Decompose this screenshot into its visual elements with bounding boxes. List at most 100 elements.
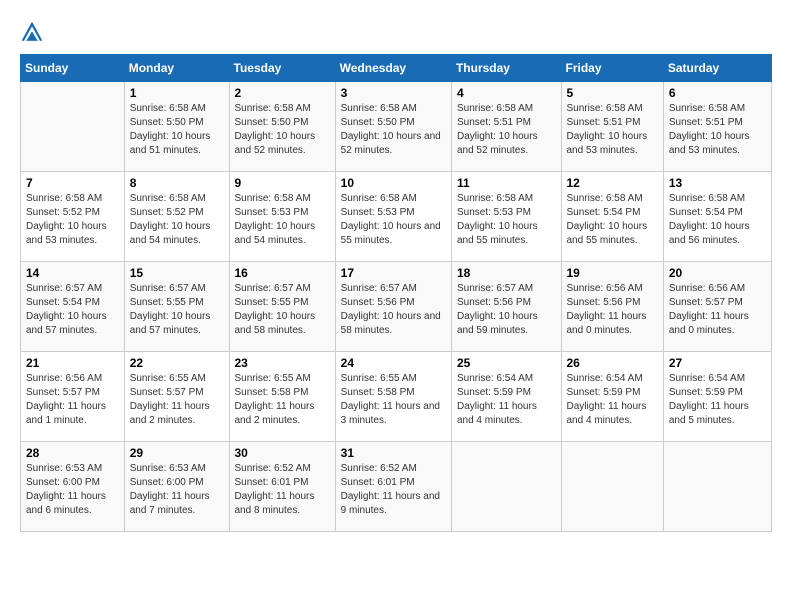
day-info: Sunrise: 6:58 AMSunset: 5:51 PMDaylight:… xyxy=(669,102,766,158)
day-number: 1 xyxy=(130,86,224,100)
day-info: Sunrise: 6:55 AMSunset: 5:58 PMDaylight:… xyxy=(235,372,330,428)
day-number: 10 xyxy=(341,176,446,190)
day-cell: 21 Sunrise: 6:56 AMSunset: 5:57 PMDayligh… xyxy=(21,352,125,442)
day-number: 8 xyxy=(130,176,224,190)
header-row: SundayMondayTuesdayWednesdayThursdayFrid… xyxy=(21,55,772,82)
day-number: 18 xyxy=(457,266,556,280)
day-info: Sunrise: 6:55 AMSunset: 5:57 PMDaylight:… xyxy=(130,372,224,428)
day-info: Sunrise: 6:58 AMSunset: 5:52 PMDaylight:… xyxy=(26,192,119,248)
day-cell: 2Sunrise: 6:58 AMSunset: 5:50 PMDaylight… xyxy=(229,82,335,172)
day-cell: 17 Sunrise: 6:57 AMSunset: 5:56 PMDayligh… xyxy=(335,262,451,352)
header-cell-wednesday: Wednesday xyxy=(335,55,451,82)
day-info: Sunrise: 6:55 AMSunset: 5:58 PMDaylight:… xyxy=(341,372,446,428)
header-cell-sunday: Sunday xyxy=(21,55,125,82)
week-row-3: 14Sunrise: 6:57 AMSunset: 5:54 PMDayligh… xyxy=(21,262,772,352)
day-info: Sunrise: 6:58 AMSunset: 5:53 PMDaylight:… xyxy=(235,192,330,248)
day-cell: 15 Sunrise: 6:57 AMSunset: 5:55 PMDayligh… xyxy=(124,262,229,352)
day-cell: 9 Sunrise: 6:58 AMSunset: 5:53 PMDaylight… xyxy=(229,172,335,262)
day-number: 4 xyxy=(457,86,556,100)
header-cell-saturday: Saturday xyxy=(663,55,771,82)
day-number: 29 xyxy=(130,446,224,460)
day-info: Sunrise: 6:58 AMSunset: 5:54 PMDaylight:… xyxy=(567,192,658,248)
day-cell: 11 Sunrise: 6:58 AMSunset: 5:53 PMDayligh… xyxy=(451,172,561,262)
day-info: Sunrise: 6:57 AMSunset: 5:56 PMDaylight:… xyxy=(457,282,556,338)
logo xyxy=(20,20,48,44)
day-cell xyxy=(561,442,663,532)
header-cell-monday: Monday xyxy=(124,55,229,82)
day-number: 14 xyxy=(26,266,119,280)
day-number: 27 xyxy=(669,356,766,370)
day-cell: 12 Sunrise: 6:58 AMSunset: 5:54 PMDayligh… xyxy=(561,172,663,262)
day-info: Sunrise: 6:52 AMSunset: 6:01 PMDaylight:… xyxy=(341,462,446,518)
day-number: 21 xyxy=(26,356,119,370)
day-cell: 3Sunrise: 6:58 AMSunset: 5:50 PMDaylight… xyxy=(335,82,451,172)
day-number: 5 xyxy=(567,86,658,100)
header-cell-tuesday: Tuesday xyxy=(229,55,335,82)
day-number: 31 xyxy=(341,446,446,460)
day-cell: 8 Sunrise: 6:58 AMSunset: 5:52 PMDaylight… xyxy=(124,172,229,262)
day-info: Sunrise: 6:54 AMSunset: 5:59 PMDaylight:… xyxy=(457,372,556,428)
day-number: 19 xyxy=(567,266,658,280)
header-cell-friday: Friday xyxy=(561,55,663,82)
day-cell xyxy=(451,442,561,532)
day-cell: 23 Sunrise: 6:55 AMSunset: 5:58 PMDayligh… xyxy=(229,352,335,442)
day-number: 12 xyxy=(567,176,658,190)
day-number: 20 xyxy=(669,266,766,280)
day-info: Sunrise: 6:52 AMSunset: 6:01 PMDaylight:… xyxy=(235,462,330,518)
calendar-table: SundayMondayTuesdayWednesdayThursdayFrid… xyxy=(20,54,772,532)
day-info: Sunrise: 6:58 AMSunset: 5:50 PMDaylight:… xyxy=(130,102,224,158)
day-number: 6 xyxy=(669,86,766,100)
day-cell: 22 Sunrise: 6:55 AMSunset: 5:57 PMDayligh… xyxy=(124,352,229,442)
day-number: 24 xyxy=(341,356,446,370)
day-number: 26 xyxy=(567,356,658,370)
day-cell xyxy=(21,82,125,172)
day-info: Sunrise: 6:58 AMSunset: 5:53 PMDaylight:… xyxy=(341,192,446,248)
day-info: Sunrise: 6:56 AMSunset: 5:57 PMDaylight:… xyxy=(26,372,119,428)
day-cell: 28Sunrise: 6:53 AMSunset: 6:00 PMDayligh… xyxy=(21,442,125,532)
day-cell: 31 Sunrise: 6:52 AMSunset: 6:01 PMDayligh… xyxy=(335,442,451,532)
day-cell: 20 Sunrise: 6:56 AMSunset: 5:57 PMDayligh… xyxy=(663,262,771,352)
logo-icon xyxy=(20,20,44,44)
day-cell: 10 Sunrise: 6:58 AMSunset: 5:53 PMDayligh… xyxy=(335,172,451,262)
day-info: Sunrise: 6:57 AMSunset: 5:55 PMDaylight:… xyxy=(130,282,224,338)
day-cell: 7 Sunrise: 6:58 AMSunset: 5:52 PMDaylight… xyxy=(21,172,125,262)
day-cell: 29 Sunrise: 6:53 AMSunset: 6:00 PMDayligh… xyxy=(124,442,229,532)
day-info: Sunrise: 6:58 AMSunset: 5:51 PMDaylight:… xyxy=(567,102,658,158)
day-number: 7 xyxy=(26,176,119,190)
week-row-2: 7 Sunrise: 6:58 AMSunset: 5:52 PMDaylight… xyxy=(21,172,772,262)
day-cell: 6 Sunrise: 6:58 AMSunset: 5:51 PMDaylight… xyxy=(663,82,771,172)
day-info: Sunrise: 6:58 AMSunset: 5:53 PMDaylight:… xyxy=(457,192,556,248)
day-info: Sunrise: 6:56 AMSunset: 5:57 PMDaylight:… xyxy=(669,282,766,338)
day-number: 13 xyxy=(669,176,766,190)
day-cell: 5 Sunrise: 6:58 AMSunset: 5:51 PMDaylight… xyxy=(561,82,663,172)
day-number: 16 xyxy=(235,266,330,280)
day-cell: 16 Sunrise: 6:57 AMSunset: 5:55 PMDayligh… xyxy=(229,262,335,352)
day-info: Sunrise: 6:58 AMSunset: 5:52 PMDaylight:… xyxy=(130,192,224,248)
day-info: Sunrise: 6:57 AMSunset: 5:56 PMDaylight:… xyxy=(341,282,446,338)
day-cell: 13 Sunrise: 6:58 AMSunset: 5:54 PMDayligh… xyxy=(663,172,771,262)
day-number: 9 xyxy=(235,176,330,190)
day-cell: 19Sunrise: 6:56 AMSunset: 5:56 PMDayligh… xyxy=(561,262,663,352)
day-number: 17 xyxy=(341,266,446,280)
day-cell: 18 Sunrise: 6:57 AMSunset: 5:56 PMDayligh… xyxy=(451,262,561,352)
week-row-4: 21 Sunrise: 6:56 AMSunset: 5:57 PMDayligh… xyxy=(21,352,772,442)
week-row-1: 1 Sunrise: 6:58 AMSunset: 5:50 PMDaylight… xyxy=(21,82,772,172)
day-number: 23 xyxy=(235,356,330,370)
day-number: 22 xyxy=(130,356,224,370)
day-cell: 30 Sunrise: 6:52 AMSunset: 6:01 PMDayligh… xyxy=(229,442,335,532)
day-cell: 26Sunrise: 6:54 AMSunset: 5:59 PMDayligh… xyxy=(561,352,663,442)
day-number: 15 xyxy=(130,266,224,280)
day-number: 11 xyxy=(457,176,556,190)
day-number: 25 xyxy=(457,356,556,370)
day-cell: 14Sunrise: 6:57 AMSunset: 5:54 PMDayligh… xyxy=(21,262,125,352)
day-cell: 27Sunrise: 6:54 AMSunset: 5:59 PMDayligh… xyxy=(663,352,771,442)
day-number: 30 xyxy=(235,446,330,460)
day-info: Sunrise: 6:53 AMSunset: 6:00 PMDaylight:… xyxy=(130,462,224,518)
day-number: 3 xyxy=(341,86,446,100)
week-row-5: 28Sunrise: 6:53 AMSunset: 6:00 PMDayligh… xyxy=(21,442,772,532)
day-info: Sunrise: 6:57 AMSunset: 5:55 PMDaylight:… xyxy=(235,282,330,338)
day-cell: 4Sunrise: 6:58 AMSunset: 5:51 PMDaylight… xyxy=(451,82,561,172)
day-info: Sunrise: 6:58 AMSunset: 5:54 PMDaylight:… xyxy=(669,192,766,248)
day-info: Sunrise: 6:58 AMSunset: 5:50 PMDaylight:… xyxy=(235,102,330,158)
day-cell xyxy=(663,442,771,532)
